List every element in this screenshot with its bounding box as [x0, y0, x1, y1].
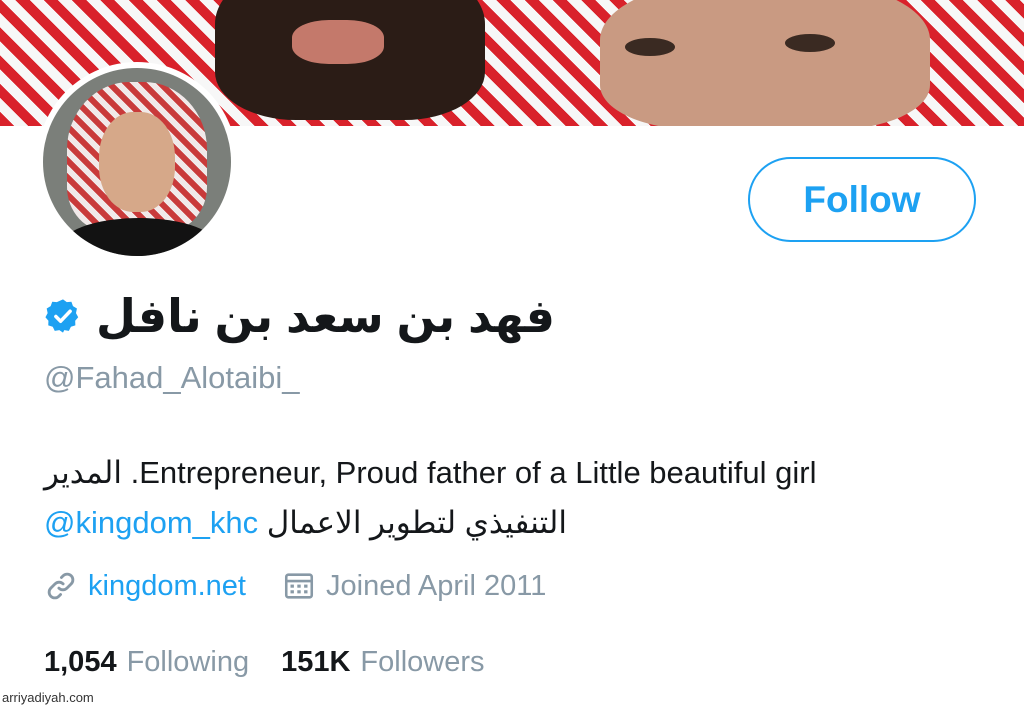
profile-name-row: فهد بن سعد بن نافل	[44, 286, 555, 346]
profile-bio: المدير .Entrepreneur, Proud father of a …	[44, 448, 984, 548]
banner-person-right	[600, 0, 930, 126]
link-icon	[47, 572, 75, 600]
display-name: فهد بن سعد بن نافل	[96, 290, 556, 342]
avatar-body	[59, 218, 219, 256]
profile-meta: kingdom.net Joined April 2011	[44, 564, 546, 608]
following-label[interactable]: Following	[127, 646, 250, 679]
banner-person-right-eye-right	[785, 34, 835, 52]
avatar-photo	[43, 68, 231, 256]
profile-stats: 1,054 Following 151K Followers	[44, 640, 517, 684]
following-count[interactable]: 1,054	[44, 646, 117, 679]
calendar-icon	[284, 573, 314, 599]
follow-button[interactable]: Follow	[748, 157, 976, 242]
followers-count[interactable]: 151K	[281, 646, 350, 679]
banner-person-left-mouth	[292, 20, 384, 64]
banner-person-right-eye-left	[625, 38, 675, 56]
bio-line-2-text: التنفيذي لتطوير الاعمال	[266, 505, 567, 540]
bio-mention-link[interactable]: @kingdom_khc	[44, 505, 258, 540]
joined-date: Joined April 2011	[326, 569, 547, 602]
website-link[interactable]: kingdom.net	[88, 570, 246, 603]
bio-line-2: @kingdom_khc التنفيذي لتطوير الاعمال	[44, 498, 984, 548]
followers-label[interactable]: Followers	[360, 646, 484, 679]
profile-avatar[interactable]	[37, 62, 237, 262]
bio-line-1: المدير .Entrepreneur, Proud father of a …	[44, 455, 817, 490]
avatar-face	[99, 112, 175, 212]
profile-handle: @Fahad_Alotaibi_	[44, 360, 300, 395]
verified-badge-icon	[45, 299, 79, 333]
watermark: arriyadiyah.com	[2, 690, 94, 705]
